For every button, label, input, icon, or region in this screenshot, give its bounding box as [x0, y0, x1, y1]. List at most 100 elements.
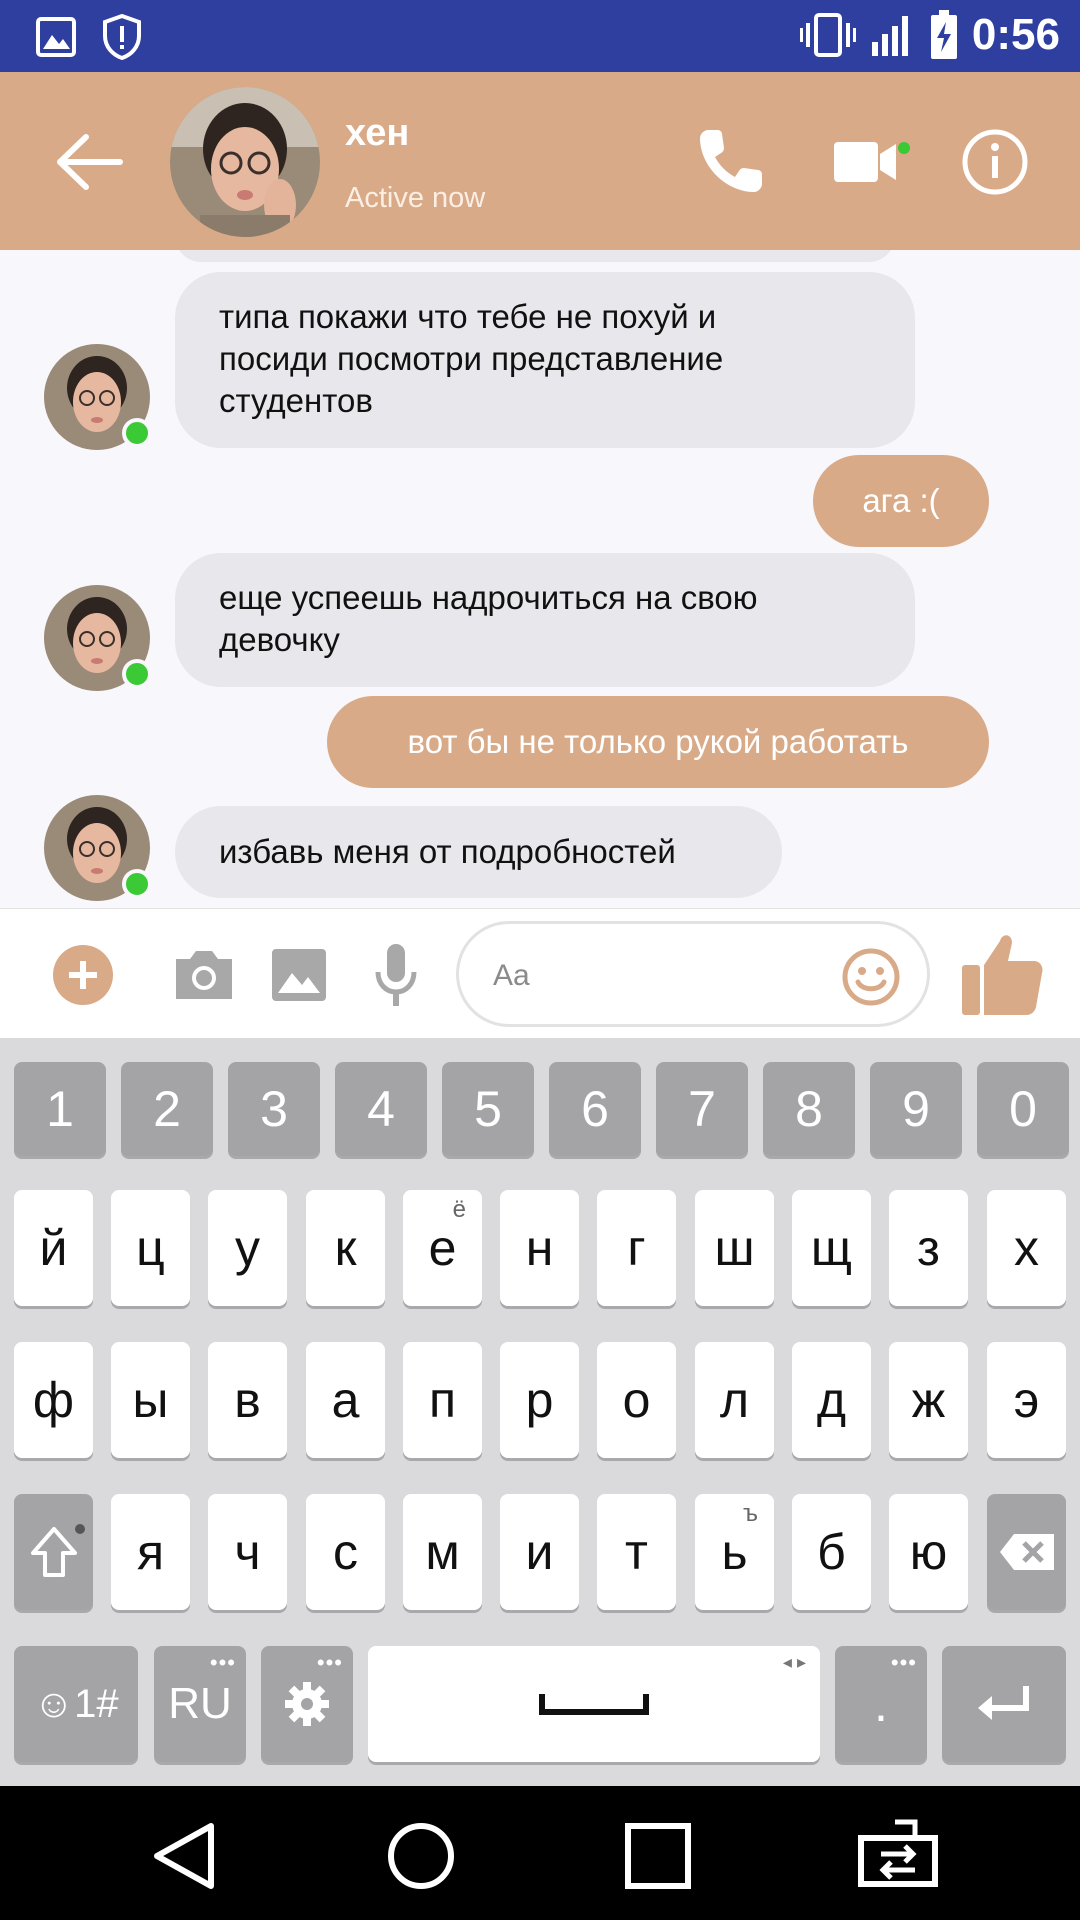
vibrate-icon	[799, 13, 856, 57]
outgoing-message-bubble[interactable]: ага :(	[813, 455, 989, 547]
camera-icon[interactable]	[172, 947, 236, 1001]
online-indicator	[122, 869, 152, 899]
key-letter[interactable]: р	[500, 1342, 579, 1458]
message-input[interactable]	[493, 952, 823, 1000]
thumbs-up-icon[interactable]	[960, 929, 1046, 1017]
key-letter[interactable]: т	[597, 1494, 676, 1610]
message-line: типа покажи что тебе не похуй и	[219, 298, 717, 335]
key-0[interactable]: 0	[977, 1062, 1069, 1156]
key-letter[interactable]: м	[403, 1494, 482, 1610]
contact-active-status: Active now	[345, 182, 486, 214]
incoming-message-bubble[interactable]: избавь меня от подробностей	[175, 806, 782, 898]
key-hint-hard-sign: ъ	[743, 1500, 758, 1527]
shift-icon	[30, 1527, 77, 1577]
key-letter[interactable]: ф	[14, 1342, 93, 1458]
key-letter[interactable]: ж	[889, 1342, 968, 1458]
key-letter[interactable]: в	[208, 1342, 287, 1458]
backspace-icon	[999, 1534, 1054, 1570]
gallery-icon[interactable]	[270, 947, 328, 1003]
back-nav-icon[interactable]	[145, 1816, 225, 1896]
key-hint-yo: ё	[452, 1196, 466, 1223]
key-letter[interactable]: а	[306, 1342, 385, 1458]
shift-key[interactable]	[14, 1494, 93, 1610]
key-6[interactable]: 6	[549, 1062, 641, 1156]
key-letter[interactable]: б	[792, 1494, 871, 1610]
key-5[interactable]: 5	[442, 1062, 534, 1156]
space-key[interactable]: ◂ ▸	[368, 1646, 820, 1762]
online-indicator	[122, 418, 152, 448]
key-letter[interactable]: ы	[111, 1342, 190, 1458]
period-key[interactable]: . •••	[835, 1646, 927, 1762]
sender-avatar[interactable]	[44, 795, 152, 901]
sender-avatar[interactable]	[44, 585, 152, 691]
settings-key[interactable]: •••	[261, 1646, 353, 1762]
key-4[interactable]: 4	[335, 1062, 427, 1156]
key-letter[interactable]: ц	[111, 1190, 190, 1306]
key-letter[interactable]: г	[597, 1190, 676, 1306]
home-nav-icon[interactable]	[381, 1816, 461, 1896]
language-key[interactable]: RU •••	[154, 1646, 246, 1762]
key-letter[interactable]: и	[500, 1494, 579, 1610]
key-7[interactable]: 7	[656, 1062, 748, 1156]
key-9[interactable]: 9	[870, 1062, 962, 1156]
key-letter[interactable]: з	[889, 1190, 968, 1306]
key-letter[interactable]: й	[14, 1190, 93, 1306]
key-letter[interactable]: н	[500, 1190, 579, 1306]
key-letter[interactable]: п	[403, 1342, 482, 1458]
incoming-message-bubble[interactable]: еще успеешь надрочиться на свою девочку	[175, 553, 915, 687]
key-letter[interactable]: э	[987, 1342, 1066, 1458]
key-letter[interactable]: л	[695, 1342, 774, 1458]
key-letter[interactable]: с	[306, 1494, 385, 1610]
key-letter-soft-sign[interactable]: ь ъ	[695, 1494, 774, 1610]
incoming-message-bubble[interactable]: типа покажи что тебе не похуй и посиди п…	[175, 272, 915, 448]
image-notification-icon	[36, 17, 76, 57]
key-letter-e[interactable]: е ё	[403, 1190, 482, 1306]
plus-icon[interactable]	[52, 944, 114, 1006]
key-letter[interactable]: х	[987, 1190, 1066, 1306]
signal-icon	[871, 16, 908, 56]
backspace-key[interactable]	[987, 1494, 1066, 1610]
key-3[interactable]: 3	[228, 1062, 320, 1156]
enter-key[interactable]	[942, 1646, 1066, 1762]
key-letter[interactable]: ч	[208, 1494, 287, 1610]
microphone-icon[interactable]	[373, 942, 419, 1008]
recents-nav-icon[interactable]	[618, 1816, 698, 1896]
key-letter[interactable]: щ	[792, 1190, 871, 1306]
sender-avatar[interactable]	[44, 344, 152, 450]
message-list[interactable]: типа покажи что тебе не похуй и посиди п…	[0, 250, 1080, 908]
back-arrow-icon[interactable]	[50, 127, 130, 197]
more-dots: •••	[209, 1650, 236, 1675]
contact-avatar[interactable]	[170, 87, 320, 237]
info-icon[interactable]	[955, 122, 1035, 202]
symbols-key[interactable]: ☺1#	[14, 1646, 138, 1762]
status-bar: 0:56	[0, 0, 1080, 72]
switch-apps-icon[interactable]	[855, 1816, 941, 1896]
outgoing-message-bubble[interactable]: вот бы не только рукой работать	[327, 696, 989, 788]
key-letter[interactable]: к	[306, 1190, 385, 1306]
gear-icon	[285, 1682, 329, 1726]
key-letter[interactable]: у	[208, 1190, 287, 1306]
enter-icon	[978, 1686, 1029, 1720]
battery-charging-icon	[930, 10, 957, 59]
key-1[interactable]: 1	[14, 1062, 106, 1156]
key-letter[interactable]: д	[792, 1342, 871, 1458]
key-letter[interactable]: я	[111, 1494, 190, 1610]
message-input-wrapper[interactable]	[456, 921, 930, 1027]
message-line: студентов	[219, 382, 373, 419]
key-letter[interactable]: ш	[695, 1190, 774, 1306]
soft-keyboard: 1 2 3 4 5 6 7 8 9 0 й ц у к е ё н г ш щ …	[0, 1038, 1080, 1786]
message-composer	[0, 908, 1080, 1038]
message-line: еще успеешь надрочиться на свою	[219, 579, 758, 616]
emoji-icon[interactable]	[841, 947, 901, 1007]
key-8[interactable]: 8	[763, 1062, 855, 1156]
conversation-header: хен Active now	[0, 72, 1080, 250]
contact-name: хен	[345, 112, 410, 154]
space-bar-icon	[539, 1694, 649, 1715]
key-letter[interactable]: ю	[889, 1494, 968, 1610]
previous-message-bubble	[175, 250, 895, 262]
video-camera-icon[interactable]	[830, 122, 910, 202]
phone-icon[interactable]	[690, 122, 770, 202]
key-letter[interactable]: о	[597, 1342, 676, 1458]
key-2[interactable]: 2	[121, 1062, 213, 1156]
system-navigation-bar	[0, 1786, 1080, 1920]
